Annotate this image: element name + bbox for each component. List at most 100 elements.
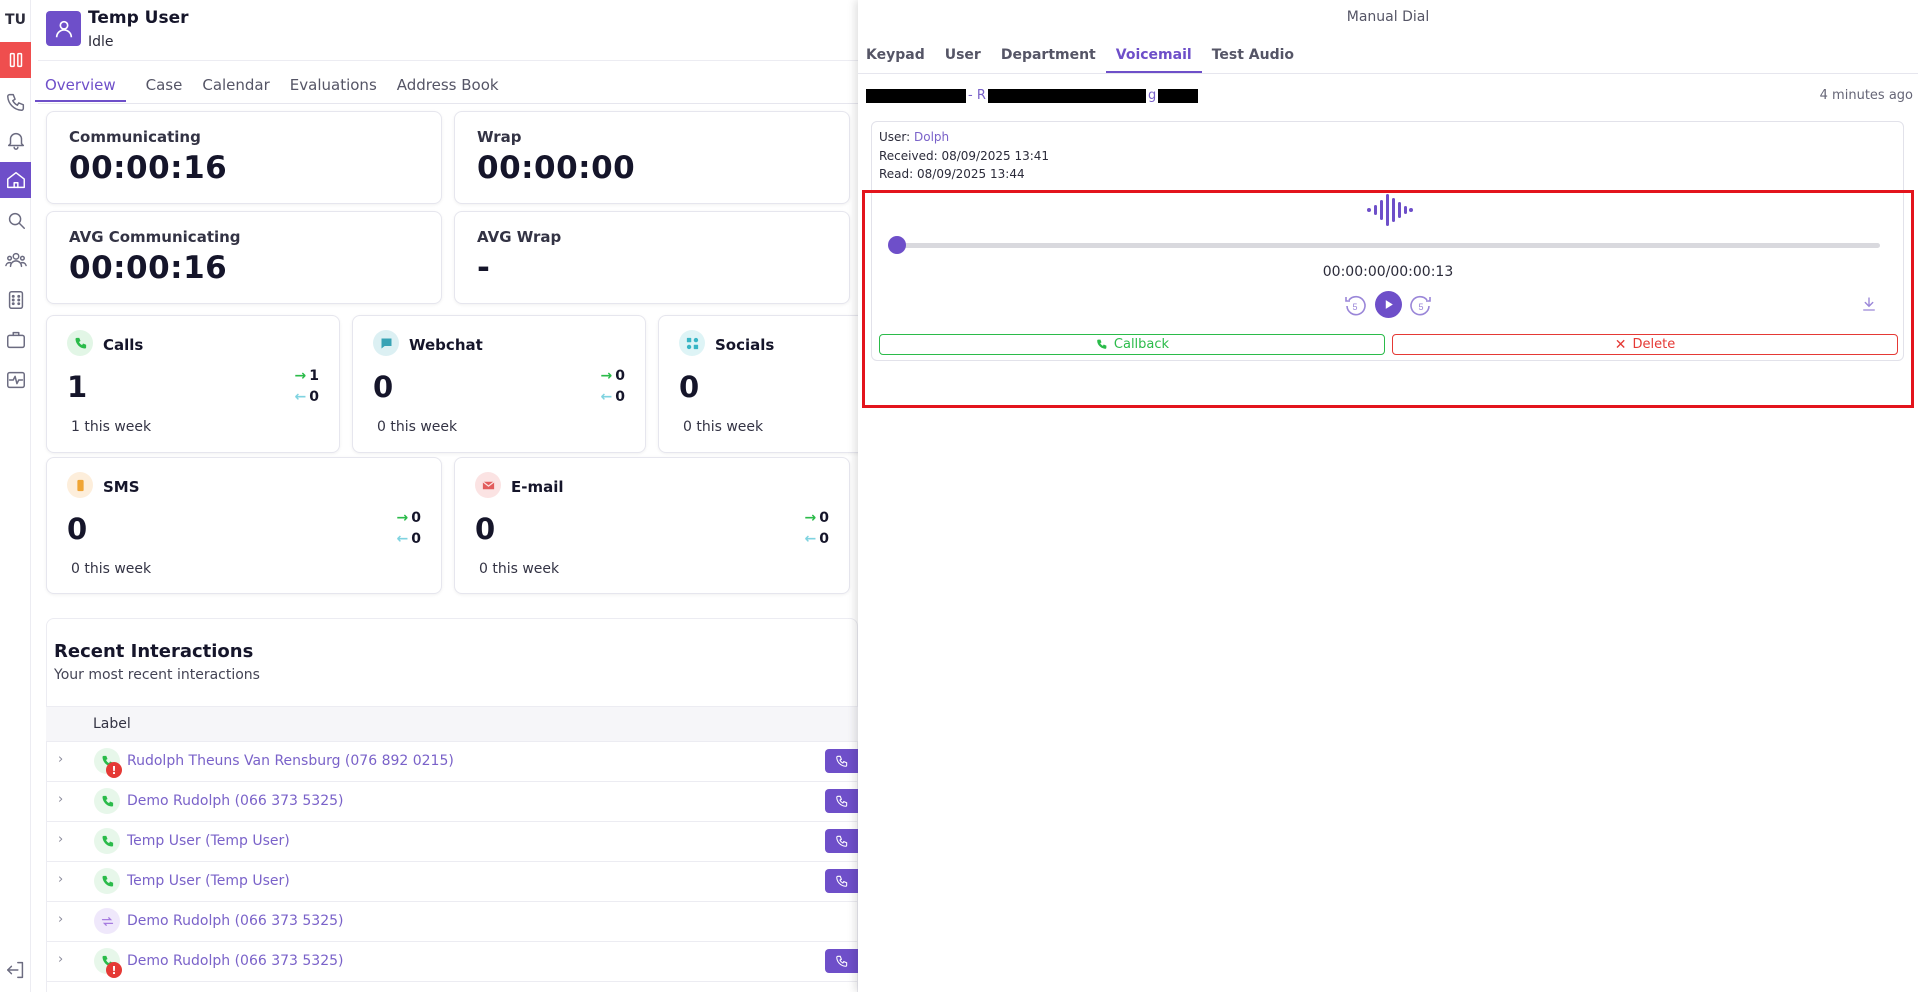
svg-text:5: 5 [1352, 302, 1357, 312]
pause-icon[interactable] [0, 42, 31, 78]
inbound-arrow-icon: ← [294, 389, 307, 405]
tab-department[interactable]: Department [1001, 47, 1096, 73]
callback-button[interactable]: Callback [879, 334, 1385, 355]
channel-count: 1 [67, 370, 88, 404]
channel-card-calls[interactable]: Calls 1 → 1 ← 0 1 this week [46, 315, 340, 453]
chevron-right-icon[interactable]: › [58, 872, 63, 887]
tab-address-book[interactable]: Address Book [397, 76, 499, 102]
outbound-count: → 1 [294, 368, 319, 384]
rewind-5-icon[interactable]: 5 [1343, 294, 1367, 318]
table-row[interactable]: › ! Demo Rudolph (066 373 5325) [46, 942, 859, 982]
call-button[interactable] [825, 949, 859, 973]
forward-5-icon[interactable]: 5 [1409, 294, 1433, 318]
channel-count: 0 [679, 370, 700, 404]
channel-count: 0 [67, 512, 88, 546]
voicemail-age: 4 minutes ago [1819, 88, 1913, 103]
outbound-count: → 0 [804, 510, 829, 526]
delete-button[interactable]: ✕ Delete [1392, 334, 1898, 355]
tab-test-audio[interactable]: Test Audio [1212, 47, 1294, 73]
table-row[interactable]: › Temp User (Temp User) [46, 862, 859, 902]
chat-icon [373, 330, 399, 356]
call-button[interactable] [825, 749, 859, 773]
tab-user[interactable]: User [945, 47, 981, 73]
phone-icon [1097, 339, 1107, 349]
tabs-divider [38, 103, 858, 104]
call-button[interactable] [825, 869, 859, 893]
chevron-right-icon[interactable]: › [58, 912, 63, 927]
chevron-right-icon[interactable]: › [58, 832, 63, 847]
stat-card-communicating: Communicating 00:00:16 [46, 111, 442, 204]
channel-name: SMS [103, 478, 140, 496]
stat-value: 00:00:16 [69, 150, 228, 186]
voicemail-header[interactable]: - R g [866, 88, 1866, 106]
stat-value: 00:00:16 [69, 250, 228, 286]
channel-week: 1 this week [71, 419, 152, 435]
recent-title: Recent Interactions [54, 641, 254, 662]
stat-value: - [477, 250, 491, 286]
dialpad-icon[interactable] [0, 282, 31, 318]
bell-icon[interactable] [0, 122, 31, 158]
playback-knob[interactable] [888, 236, 906, 254]
inbound-count: ← 0 [600, 389, 625, 405]
outbound-arrow-icon: → [396, 510, 409, 526]
tabs-divider [858, 73, 1918, 74]
play-icon [1385, 300, 1393, 309]
row-label[interactable]: Rudolph Theuns Van Rensburg (076 892 021… [127, 753, 454, 769]
home-icon[interactable] [0, 162, 31, 198]
search-icon[interactable] [0, 202, 31, 238]
channel-card-email[interactable]: E-mail 0 → 0 ← 0 0 this week [454, 457, 850, 594]
channel-count: 0 [475, 512, 496, 546]
phone-icon [67, 330, 93, 356]
playback-track[interactable] [890, 243, 1880, 248]
tab-voicemail[interactable]: Voicemail [1105, 47, 1202, 73]
chevron-right-icon[interactable]: › [58, 792, 63, 807]
stat-label: AVG Communicating [69, 228, 241, 246]
tab-keypad[interactable]: Keypad [866, 47, 925, 73]
logout-icon[interactable] [0, 952, 31, 988]
phone-icon[interactable] [0, 84, 31, 120]
channel-name: Calls [103, 336, 144, 354]
channel-card-sms[interactable]: SMS 0 → 0 ← 0 0 this week [46, 457, 442, 594]
row-label[interactable]: Temp User (Temp User) [127, 833, 290, 849]
table-row[interactable]: › Temp User (Temp User) [46, 822, 859, 862]
row-label[interactable]: Demo Rudolph (066 373 5325) [127, 793, 343, 809]
row-label[interactable]: Temp User (Temp User) [127, 873, 290, 889]
channel-card-socials[interactable]: Socials 0 0 this week [658, 315, 868, 453]
channel-week: 0 this week [377, 419, 458, 435]
table-row[interactable]: › Demo Rudolph (066 373 5325) [46, 782, 859, 822]
tab-case[interactable]: Case [146, 76, 183, 102]
redacted-text [1158, 89, 1198, 103]
user-status: Idle [88, 34, 114, 50]
play-button[interactable] [1375, 291, 1402, 318]
column-header-label: Label [93, 716, 131, 732]
activity-icon[interactable] [0, 362, 31, 398]
channel-week: 0 this week [71, 561, 152, 577]
tab-evaluations[interactable]: Evaluations [290, 76, 377, 102]
stat-card-wrap: Wrap 00:00:00 [454, 111, 850, 204]
call-button[interactable] [825, 829, 859, 853]
stat-card-avg-communicating: AVG Communicating 00:00:16 [46, 211, 442, 304]
row-label[interactable]: Demo Rudolph (066 373 5325) [127, 953, 343, 969]
outbound-arrow-icon: → [294, 368, 307, 384]
row-label[interactable]: Demo Rudolph (066 373 5325) [127, 913, 343, 929]
call-button[interactable] [825, 789, 859, 813]
briefcase-icon[interactable] [0, 322, 31, 358]
table-row[interactable]: › ! Rudolph Theuns Van Rensburg (076 892… [46, 742, 859, 782]
table-row[interactable]: › Demo Rudolph (066 373 5325) [46, 902, 858, 942]
inbound-arrow-icon: ← [804, 531, 817, 547]
download-icon[interactable] [1860, 295, 1878, 313]
contacts-icon[interactable] [0, 242, 31, 278]
tab-calendar[interactable]: Calendar [202, 76, 269, 102]
tab-overview[interactable]: Overview [35, 76, 126, 102]
redacted-text [988, 89, 1146, 103]
chevron-right-icon[interactable]: › [58, 952, 63, 967]
stat-label: AVG Wrap [477, 228, 562, 246]
transfer-icon [94, 908, 120, 934]
channel-card-webchat[interactable]: Webchat 0 → 0 ← 0 0 this week [352, 315, 646, 453]
channel-week: 0 this week [479, 561, 560, 577]
chevron-right-icon[interactable]: › [58, 752, 63, 767]
user-initials[interactable]: TU [0, 2, 31, 38]
svg-text:5: 5 [1418, 302, 1423, 312]
stat-card-avg-wrap: AVG Wrap - [454, 211, 850, 304]
panel-title: Manual Dial [1346, 9, 1430, 25]
